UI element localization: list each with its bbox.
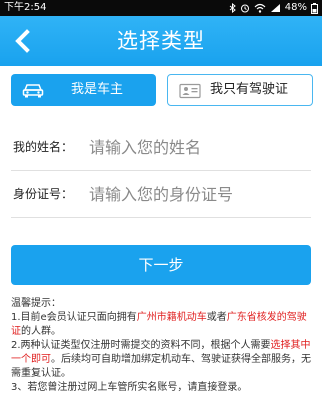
id-label: 身份证号： [13, 187, 74, 201]
alarm-icon [240, 4, 249, 13]
car-icon [22, 84, 44, 98]
status-bar: 下午2:54 48% [0, 0, 322, 16]
tip-highlight: 广州市籍机动车 [136, 312, 207, 323]
next-button[interactable]: 下一步 [11, 245, 311, 285]
form-divider [11, 217, 311, 218]
bluetooth-icon [229, 3, 236, 13]
status-time: 下午2:54 [4, 2, 47, 13]
status-icons: 48% [229, 0, 318, 16]
battery-percent: 48% [284, 2, 307, 13]
tip-2: 2.两种认证类型仅注册时需提交的资料不同，根据个人需要选择其中一个即可。后续均可… [11, 340, 311, 379]
tips-title: 温馨提示： [11, 298, 61, 309]
signal-icon [270, 4, 280, 12]
name-row: 我的姓名： [0, 124, 322, 170]
battery-icon [311, 2, 318, 14]
tab-license-only[interactable]: 我只有驾驶证 [167, 74, 313, 106]
id-row: 身份证号： [0, 171, 322, 217]
tab-car-owner[interactable]: 我是车主 [11, 74, 156, 106]
wifi-icon [254, 3, 266, 13]
app-header: 选择类型 [0, 16, 322, 66]
tip-1: 1.目前e会员认证只面向拥有广州市籍机动车或者广东省核发的驾驶证的人群。 [11, 312, 307, 337]
id-card-icon [179, 83, 201, 99]
page-title: 选择类型 [117, 29, 205, 53]
tab-car-owner-label: 我是车主 [71, 82, 124, 97]
tips-section: 温馨提示： 1.目前e会员认证只面向拥有广州市籍机动车或者广东省核发的驾驶证的人… [11, 297, 315, 395]
id-number-input[interactable] [89, 178, 309, 210]
name-label: 我的姓名： [13, 140, 74, 154]
name-input[interactable] [89, 131, 309, 163]
tab-license-only-label: 我只有驾驶证 [210, 82, 289, 97]
tip-3: 3、若您曾注册过网上车管所实名账号，请直接登录。 [11, 382, 248, 393]
